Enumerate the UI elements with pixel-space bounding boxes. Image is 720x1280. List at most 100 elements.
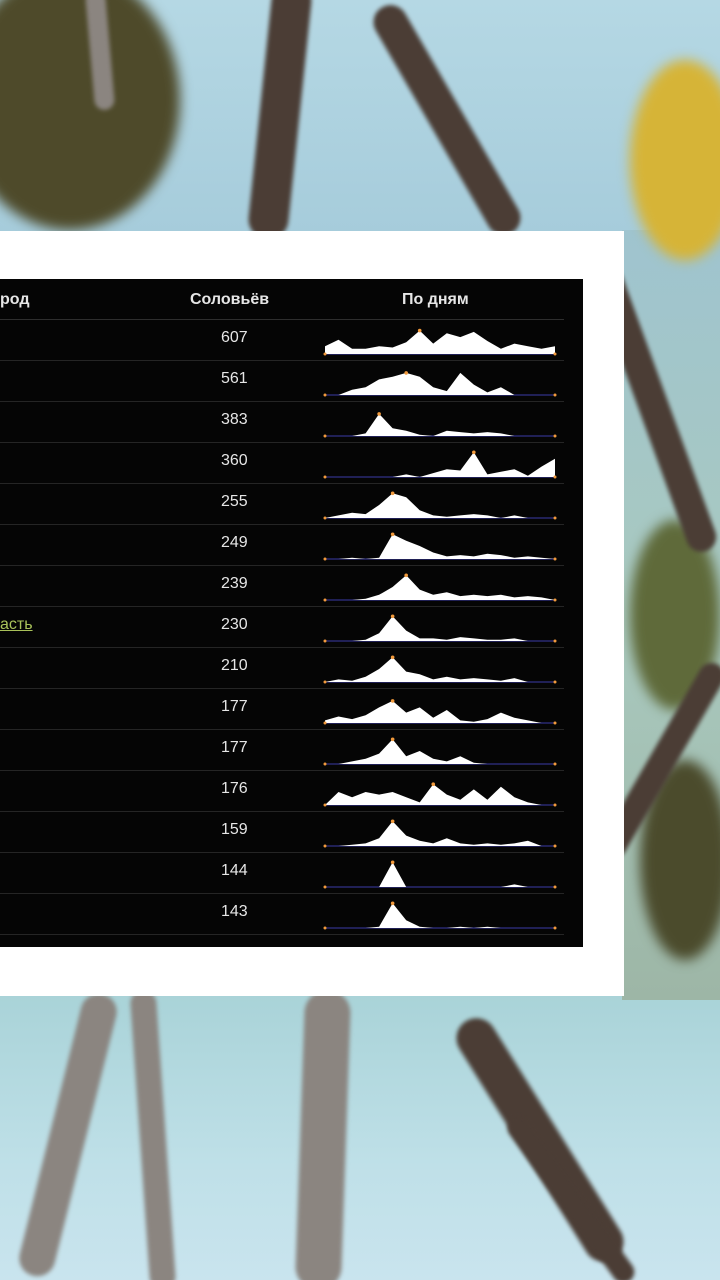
table-row: 143 [0, 894, 583, 935]
sparkline-end-dot [323, 475, 327, 479]
sparkline-end-dot [553, 803, 557, 807]
sparkline-end-dot [323, 926, 327, 930]
sparkline-peak-dot [390, 532, 395, 537]
sparkline-peak-dot [390, 901, 395, 906]
sparkline-area [325, 534, 555, 559]
sparkline-area [325, 452, 555, 477]
sparkline-area [325, 493, 555, 518]
sparkline-peak-dot [377, 412, 381, 416]
sparkline-end-dot [553, 352, 557, 356]
sparkline-end-dot [323, 352, 327, 356]
sparkline-end-dot [553, 844, 557, 848]
sparkline-peak-dot [404, 573, 408, 578]
sparkline-area [325, 862, 555, 887]
sparkline-area [325, 739, 555, 764]
sparkline-area [325, 784, 555, 805]
sparkline-end-dot [553, 516, 557, 520]
sparkline-area [325, 657, 555, 682]
daily-sparkline [323, 901, 557, 930]
sparkline-end-dot [323, 844, 327, 848]
nightingale-count: 144 [221, 862, 248, 879]
sparkline-end-dot [323, 680, 327, 684]
table-row: 383 [0, 402, 583, 443]
nightingale-table: род Соловьёв По дням 607 561 383 360 255 249 2… [0, 279, 583, 947]
nightingale-count: 239 [221, 575, 248, 592]
table-row: 176 [0, 771, 583, 812]
sparkline-peak-dot [390, 737, 395, 742]
daily-sparkline [323, 655, 557, 684]
sparkline-end-dot [323, 639, 327, 643]
table-row: 561 [0, 361, 583, 402]
sparkline-peak-dot [404, 371, 408, 375]
header-by-days: По дням [402, 291, 469, 308]
sparkline-end-dot [553, 926, 557, 930]
sparkline-peak-dot [390, 819, 395, 824]
daily-sparkline [323, 819, 557, 848]
nightingale-count: 210 [221, 657, 248, 674]
sparkline-peak-dot [417, 328, 422, 333]
sparkline-peak-dot [390, 860, 395, 865]
nightingale-count: 561 [221, 370, 248, 387]
daily-sparkline [323, 782, 557, 807]
row-divider [0, 934, 564, 935]
city-link[interactable]: асть [0, 616, 33, 634]
sparkline-end-dot [553, 557, 557, 561]
sparkline-end-dot [553, 434, 557, 438]
sparkline-area [325, 616, 555, 641]
daily-sparkline [323, 532, 557, 561]
sparkline-end-dot [553, 475, 557, 479]
sparkline-peak-dot [390, 655, 395, 660]
sparkline-peak-dot [390, 699, 395, 703]
daily-sparkline [323, 371, 557, 397]
sparkline-area [325, 372, 555, 395]
table-row: асть 230 [0, 607, 583, 648]
sparkline-end-dot [323, 803, 327, 807]
nightingale-count: 143 [221, 903, 248, 920]
nightingale-count: 607 [221, 329, 248, 346]
nightingale-count: 383 [221, 411, 248, 428]
table-row: 177 [0, 730, 583, 771]
nightingale-count: 177 [221, 698, 248, 715]
daily-sparkline [323, 860, 557, 889]
screenshot-card: род Соловьёв По дням 607 561 383 360 255 249 2… [0, 231, 624, 996]
sparkline-end-dot [323, 598, 327, 602]
sparkline-end-dot [553, 885, 557, 889]
header-count: Соловьёв [190, 291, 270, 308]
table-row: 607 [0, 320, 583, 361]
daily-sparkline [323, 450, 557, 479]
daily-sparkline [323, 737, 557, 766]
sparkline-area [325, 700, 555, 723]
sparkline-area [325, 575, 555, 600]
sparkline-end-dot [553, 393, 557, 397]
sparkline-area [325, 903, 555, 928]
sparkline-peak-dot [390, 491, 395, 496]
daily-sparkline [323, 412, 557, 438]
sparkline-end-dot [323, 885, 327, 889]
sparkline-end-dot [323, 557, 327, 561]
table-row: 249 [0, 525, 583, 566]
table-row: 360 [0, 443, 583, 484]
sparkline-end-dot [553, 680, 557, 684]
sparkline-area [325, 330, 555, 354]
table-header: род Соловьёв По дням [0, 279, 583, 320]
sparkline-end-dot [553, 598, 557, 602]
sparkline-area [325, 413, 555, 436]
sparkline-end-dot [323, 762, 327, 766]
header-city: род [0, 291, 30, 308]
table-row: 239 [0, 566, 583, 607]
sparkline-peak-dot [472, 450, 476, 455]
sparkline-area [325, 821, 555, 846]
table-row: 144 [0, 853, 583, 894]
table-row: 177 [0, 689, 583, 730]
sparkline-end-dot [323, 516, 327, 520]
sparkline-end-dot [323, 434, 327, 438]
sparkline-peak-dot [431, 782, 436, 786]
table-row: 159 [0, 812, 583, 853]
table-row: 210 [0, 648, 583, 689]
table-row: 255 [0, 484, 583, 525]
nightingale-count: 159 [221, 821, 248, 838]
nightingale-count: 176 [221, 780, 248, 797]
nightingale-count: 177 [221, 739, 248, 756]
daily-sparkline [323, 614, 557, 643]
sparkline-peak-dot [390, 614, 395, 619]
